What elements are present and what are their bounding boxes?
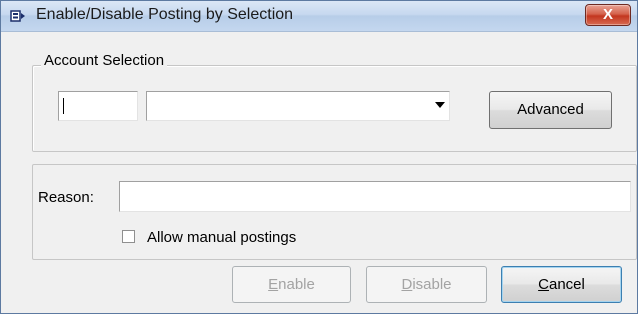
reason-input[interactable] [119, 181, 631, 212]
reason-label: Reason: [38, 189, 94, 206]
cancel-button-label: ancel [548, 276, 585, 293]
title-bar[interactable]: Enable/Disable Posting by Selection X [1, 1, 637, 32]
account-selection-legend: Account Selection [41, 52, 168, 69]
enable-button[interactable]: Enable [232, 266, 351, 303]
close-button[interactable]: X [585, 4, 631, 26]
account-code-input[interactable] [58, 91, 138, 121]
chevron-down-icon[interactable] [435, 102, 445, 108]
disable-button[interactable]: Disable [366, 266, 487, 303]
cancel-button-mnemonic: C [538, 276, 549, 293]
dialog-window: Enable/Disable Posting by Selection X Ac… [0, 0, 638, 314]
disable-button-label: isable [412, 276, 452, 293]
cancel-button[interactable]: Cancel [501, 266, 622, 303]
reason-group [32, 164, 637, 260]
enable-button-label: nable [278, 276, 315, 293]
advanced-button[interactable]: Advanced [489, 91, 612, 129]
account-dropdown[interactable] [146, 91, 450, 121]
allow-manual-postings-label[interactable]: Allow manual postings [147, 229, 296, 246]
app-icon [10, 9, 26, 23]
enable-button-mnemonic: E [268, 276, 279, 293]
text-caret [63, 98, 64, 114]
close-icon: X [602, 6, 613, 23]
window-title: Enable/Disable Posting by Selection [36, 6, 294, 23]
allow-manual-postings-checkbox[interactable] [122, 230, 135, 243]
disable-button-mnemonic: D [401, 276, 413, 293]
